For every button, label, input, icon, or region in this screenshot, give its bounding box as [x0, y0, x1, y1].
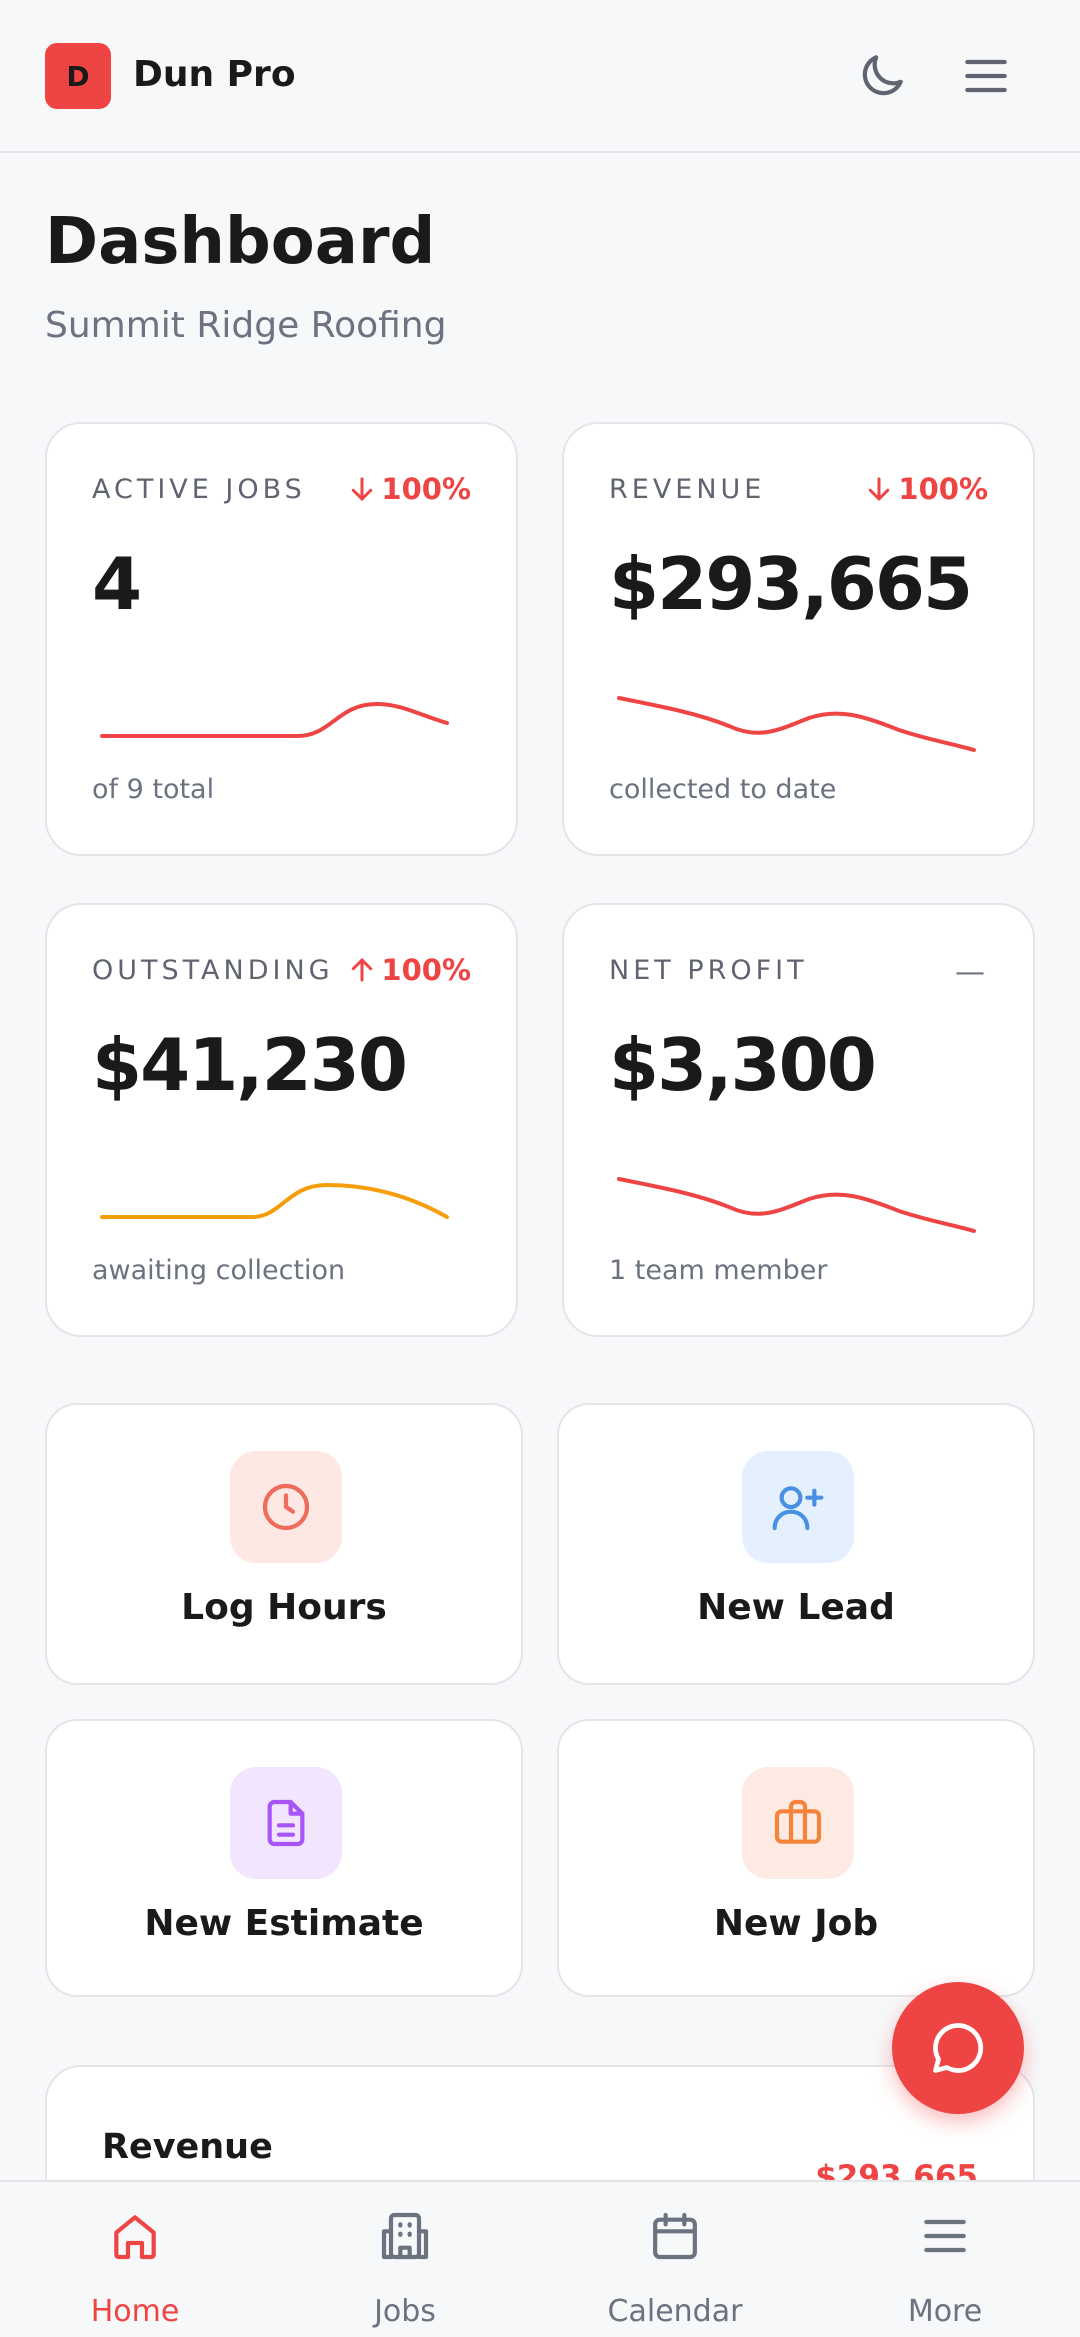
nav-item-jobs[interactable]: Jobs [270, 2182, 540, 2337]
app-logo[interactable]: D [45, 43, 111, 109]
stat-subtext: collected to date [609, 774, 837, 805]
revenue-title: Revenue [102, 2127, 273, 2167]
clock-icon [262, 1483, 310, 1531]
nav-label: Home [90, 2294, 180, 2329]
page-subtitle: Summit Ridge Roofing [45, 305, 447, 346]
menu-icon [924, 2219, 966, 2253]
log-hours-button[interactable]: Log Hours [45, 1403, 523, 1685]
stat-change-value: 100% [381, 953, 471, 987]
sparkline [617, 696, 976, 752]
arrow-down-icon [352, 477, 373, 501]
action-icon-wrapper [230, 1767, 342, 1879]
moon-icon[interactable] [854, 48, 910, 104]
action-icon-wrapper [742, 1767, 854, 1879]
document-icon [267, 1799, 305, 1847]
stat-value: 4 [92, 542, 142, 626]
building-icon [381, 2212, 429, 2260]
menu-icon[interactable] [958, 48, 1014, 104]
stat-subtext: awaiting collection [92, 1255, 346, 1286]
stat-card-outstanding[interactable]: OUTSTANDING 100% $41,230 awaiting collec… [45, 903, 518, 1337]
arrow-up-icon [352, 958, 373, 982]
sparkline [100, 1182, 449, 1219]
chat-icon [933, 2023, 984, 2073]
page-title: Dashboard [45, 205, 436, 279]
new-job-button[interactable]: New Job [557, 1719, 1035, 1997]
action-label: New Job [713, 1903, 879, 1944]
stat-label: NET PROFIT [609, 955, 808, 986]
calendar-icon [653, 2212, 697, 2260]
stat-card-active-jobs[interactable]: ACTIVE JOBS 100% 4 of 9 total [45, 422, 518, 856]
nav-item-home[interactable]: Home [0, 2182, 270, 2337]
stat-value: $293,665 [609, 542, 973, 626]
stat-change: 100% [347, 953, 471, 987]
action-icon-wrapper [230, 1451, 342, 1563]
nav-item-calendar[interactable]: Calendar [540, 2182, 810, 2337]
sparkline [617, 1177, 976, 1233]
home-icon [114, 2215, 156, 2260]
nav-label: Calendar [607, 2294, 743, 2329]
stat-change: 100% [864, 472, 988, 506]
stat-value: $3,300 [609, 1023, 877, 1107]
arrow-down-icon [869, 477, 890, 501]
stat-subtext: 1 team member [609, 1255, 828, 1286]
stat-card-revenue[interactable]: REVENUE 100% $293,665 collected to date [562, 422, 1035, 856]
stat-label: ACTIVE JOBS [92, 474, 306, 505]
nav-label: More [907, 2294, 983, 2329]
brand-name: Dun Pro [133, 54, 296, 95]
nav-item-more[interactable]: More [810, 2182, 1080, 2337]
action-label: New Lead [697, 1587, 895, 1628]
briefcase-icon [774, 1799, 822, 1844]
stat-subtext: of 9 total [92, 774, 215, 805]
stat-label: REVENUE [609, 474, 766, 505]
chat-fab-button[interactable] [892, 1982, 1024, 2114]
action-label: Log Hours [181, 1587, 387, 1628]
stat-change-neutral: — [955, 955, 985, 990]
action-icon-wrapper [742, 1451, 854, 1563]
nav-label: Jobs [374, 2294, 436, 2329]
stat-value: $41,230 [92, 1023, 408, 1107]
app-header: D Dun Pro [0, 0, 1080, 153]
bottom-nav: Home Jobs Calendar More [0, 2180, 1080, 2337]
stat-change: 100% [347, 472, 471, 506]
stat-change-value: 100% [381, 472, 471, 506]
new-estimate-button[interactable]: New Estimate [45, 1719, 523, 1997]
new-lead-button[interactable]: New Lead [557, 1403, 1035, 1685]
stat-label: OUTSTANDING [92, 955, 334, 986]
user-plus-icon [772, 1486, 824, 1531]
stat-card-net-profit[interactable]: NET PROFIT — $3,300 1 team member [562, 903, 1035, 1337]
action-label: New Estimate [144, 1903, 424, 1944]
stat-change-value: 100% [898, 472, 988, 506]
sparkline [100, 701, 449, 738]
